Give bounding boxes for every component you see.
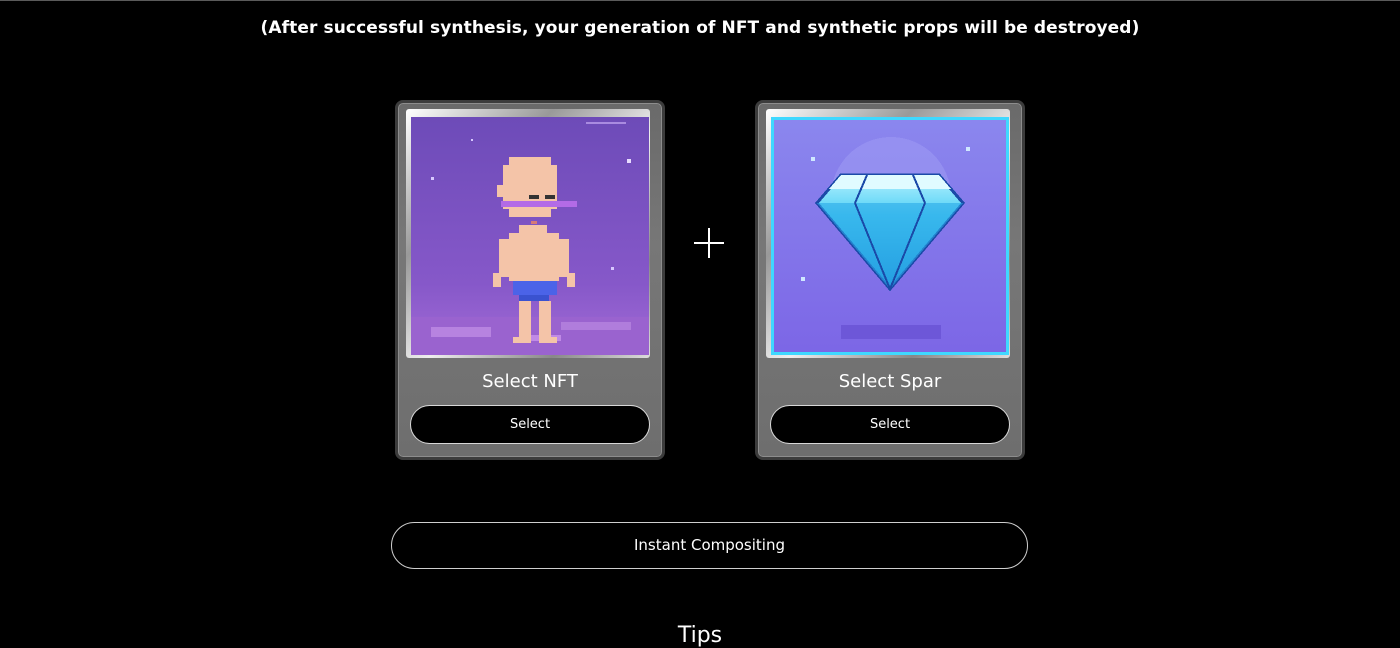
nft-image-frame (406, 109, 650, 358)
select-spar-card: Select Spar Select (755, 100, 1025, 460)
select-nft-card: Select NFT Select (395, 100, 665, 460)
select-nft-label: Select NFT (482, 371, 578, 392)
instant-compositing-button[interactable]: Instant Compositing (391, 522, 1028, 569)
tips-heading: Tips (677, 623, 723, 648)
top-divider (0, 0, 1400, 1)
select-nft-button[interactable]: Select (410, 405, 650, 444)
select-spar-label: Select Spar (838, 371, 942, 392)
select-spar-button[interactable]: Select (770, 405, 1010, 444)
pixel-character-icon (411, 117, 649, 355)
plus-icon (694, 228, 724, 258)
pixel-diamond-icon (771, 117, 1009, 355)
synthesis-notice: (After successful synthesis, your genera… (260, 18, 1140, 38)
spar-image-frame (766, 109, 1010, 358)
